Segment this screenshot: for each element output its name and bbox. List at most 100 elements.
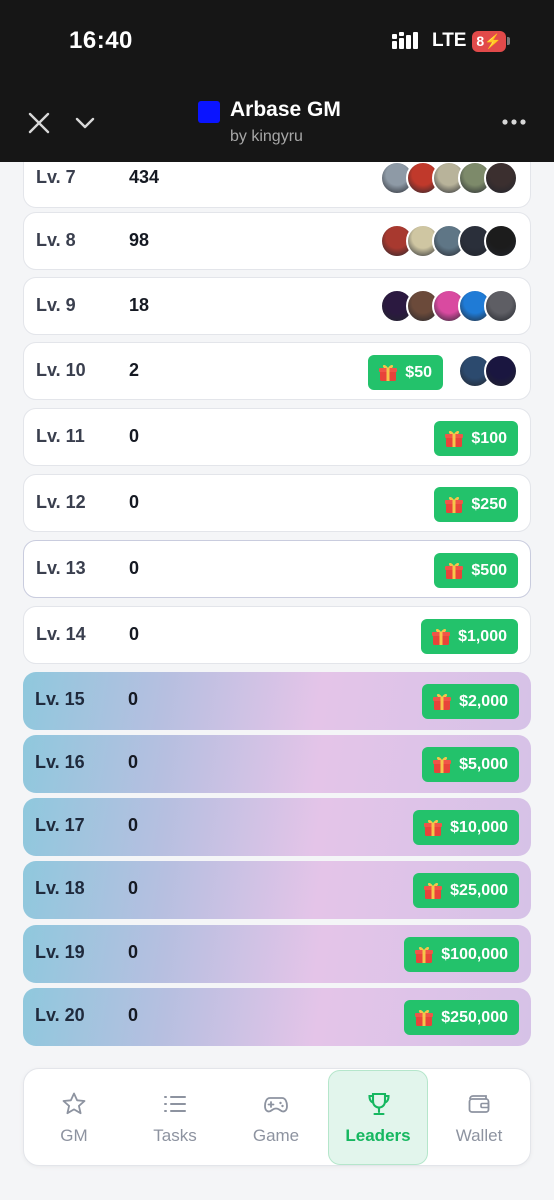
level-label: Lv. 8 bbox=[36, 230, 76, 250]
reward-amount: $1,000 bbox=[458, 627, 507, 645]
reward-amount: $100 bbox=[471, 429, 507, 447]
level-member-count: 0 bbox=[129, 624, 140, 644]
level-member-count: 0 bbox=[128, 878, 139, 898]
level-row[interactable]: Lv. 13 0 $500 bbox=[23, 540, 531, 598]
level-label: Lv. 11 bbox=[36, 426, 85, 446]
reward-badge[interactable]: $10,000 bbox=[413, 810, 519, 845]
list-icon bbox=[164, 1096, 186, 1112]
avatar bbox=[484, 354, 518, 388]
reward-badge[interactable]: $25,000 bbox=[413, 873, 519, 908]
tab-tasks-label: Tasks bbox=[153, 1126, 197, 1145]
level-row[interactable]: Lv. 12 0 $250 bbox=[23, 474, 531, 532]
close-button[interactable] bbox=[26, 110, 52, 136]
reward-badge[interactable]: $1,000 bbox=[421, 619, 518, 654]
level-member-count: 2 bbox=[129, 360, 140, 380]
battery-indicator: 8⚡ bbox=[472, 31, 506, 52]
level-row[interactable]: Lv. 9 18 bbox=[23, 277, 531, 335]
avatar-stack[interactable] bbox=[458, 354, 518, 388]
reward-badge[interactable]: $100,000 bbox=[404, 937, 519, 972]
reward-badge[interactable]: $500 bbox=[434, 553, 518, 588]
level-label: Lv. 18 bbox=[35, 878, 85, 898]
reward-badge[interactable]: $2,000 bbox=[422, 684, 519, 719]
level-member-count: 0 bbox=[128, 942, 139, 962]
gift-icon bbox=[415, 1009, 434, 1026]
level-row[interactable]: Lv. 14 0 $1,000 bbox=[23, 606, 531, 664]
levels-list[interactable]: Lv. 7 434 Lv. 8 98 Lv. 9 18 Lv. 10 2 $50 Lv. 11 0 $… bbox=[0, 162, 554, 1052]
level-label: Lv. 17 bbox=[35, 815, 85, 835]
star-icon bbox=[62, 1092, 86, 1115]
reward-amount: $2,000 bbox=[459, 692, 508, 710]
gift-icon bbox=[379, 364, 398, 381]
tab-wallet-label: Wallet bbox=[455, 1126, 503, 1145]
network-type: LTE bbox=[432, 30, 467, 51]
level-row[interactable]: Lv. 10 2 $50 bbox=[23, 342, 531, 400]
level-member-count: 0 bbox=[128, 815, 139, 835]
status-time: 16:40 bbox=[69, 27, 133, 54]
avatar-stack[interactable] bbox=[380, 224, 518, 258]
level-label: Lv. 16 bbox=[35, 752, 85, 772]
reward-badge[interactable]: $250,000 bbox=[404, 1000, 519, 1035]
tab-leaders-label: Leaders bbox=[345, 1126, 411, 1145]
more-options-button[interactable] bbox=[500, 112, 528, 132]
gift-icon bbox=[433, 693, 452, 710]
level-row[interactable]: Lv. 17 0 $10,000 bbox=[23, 798, 531, 856]
level-label: Lv. 13 bbox=[36, 558, 86, 578]
reward-amount: $5,000 bbox=[459, 755, 508, 773]
gift-icon bbox=[432, 628, 451, 645]
avatar-stack[interactable] bbox=[380, 162, 518, 195]
level-row[interactable]: Lv. 15 0 $2,000 bbox=[23, 672, 531, 730]
tab-game-label: Game bbox=[252, 1126, 300, 1145]
avatar bbox=[484, 289, 518, 323]
reward-badge[interactable]: $5,000 bbox=[422, 747, 519, 782]
trophy-icon bbox=[368, 1092, 390, 1116]
level-row[interactable]: Lv. 8 98 bbox=[23, 212, 531, 270]
avatar bbox=[484, 162, 518, 195]
app-header: 16:40 LTE 8⚡ Arbase GM by kingyru bbox=[0, 0, 554, 162]
gift-icon bbox=[424, 819, 443, 836]
gift-icon bbox=[445, 496, 464, 513]
tab-wallet[interactable]: Wallet bbox=[429, 1071, 529, 1165]
tab-leaders[interactable]: Leaders bbox=[328, 1070, 428, 1165]
reward-amount: $10,000 bbox=[450, 818, 508, 836]
chevron-down-icon[interactable] bbox=[72, 110, 98, 136]
wallet-icon bbox=[468, 1095, 490, 1113]
level-row[interactable]: Lv. 7 434 bbox=[23, 162, 531, 208]
bottom-nav: GM Tasks Game Leaders Wallet bbox=[23, 1068, 531, 1166]
reward-amount: $500 bbox=[471, 561, 507, 579]
level-row[interactable]: Lv. 18 0 $25,000 bbox=[23, 861, 531, 919]
level-label: Lv. 20 bbox=[35, 1005, 85, 1025]
reward-amount: $250,000 bbox=[441, 1008, 508, 1026]
level-label: Lv. 9 bbox=[36, 295, 76, 315]
reward-amount: $100,000 bbox=[441, 945, 508, 963]
level-member-count: 0 bbox=[128, 1005, 139, 1025]
tab-game[interactable]: Game bbox=[226, 1071, 326, 1165]
brand-logo bbox=[198, 101, 220, 123]
signal-icon bbox=[392, 32, 418, 49]
battery-level: 8 bbox=[476, 33, 485, 49]
level-member-count: 98 bbox=[129, 230, 150, 250]
level-row[interactable]: Lv. 20 0 $250,000 bbox=[23, 988, 531, 1046]
level-label: Lv. 19 bbox=[35, 942, 85, 962]
reward-badge[interactable]: $250 bbox=[434, 487, 518, 522]
avatar-stack[interactable] bbox=[380, 289, 518, 323]
reward-badge[interactable]: $100 bbox=[434, 421, 518, 456]
level-member-count: 434 bbox=[129, 167, 160, 187]
reward-amount: $250 bbox=[471, 495, 507, 513]
tab-gm[interactable]: GM bbox=[24, 1071, 124, 1165]
level-row[interactable]: Lv. 19 0 $100,000 bbox=[23, 925, 531, 983]
reward-amount: $50 bbox=[405, 363, 432, 381]
gift-icon bbox=[415, 946, 434, 963]
level-member-count: 18 bbox=[129, 295, 150, 315]
level-label: Lv. 12 bbox=[36, 492, 86, 512]
level-row[interactable]: Lv. 11 0 $100 bbox=[23, 408, 531, 466]
reward-amount: $25,000 bbox=[450, 881, 508, 899]
reward-badge[interactable]: $50 bbox=[368, 355, 443, 390]
app-subtitle: by kingyru bbox=[230, 128, 303, 145]
tab-tasks[interactable]: Tasks bbox=[125, 1071, 225, 1165]
level-member-count: 0 bbox=[129, 426, 140, 446]
level-row[interactable]: Lv. 16 0 $5,000 bbox=[23, 735, 531, 793]
gamepad-icon bbox=[264, 1097, 288, 1113]
battery-tip bbox=[507, 37, 510, 45]
level-label: Lv. 15 bbox=[35, 689, 85, 709]
gift-icon bbox=[445, 562, 464, 579]
